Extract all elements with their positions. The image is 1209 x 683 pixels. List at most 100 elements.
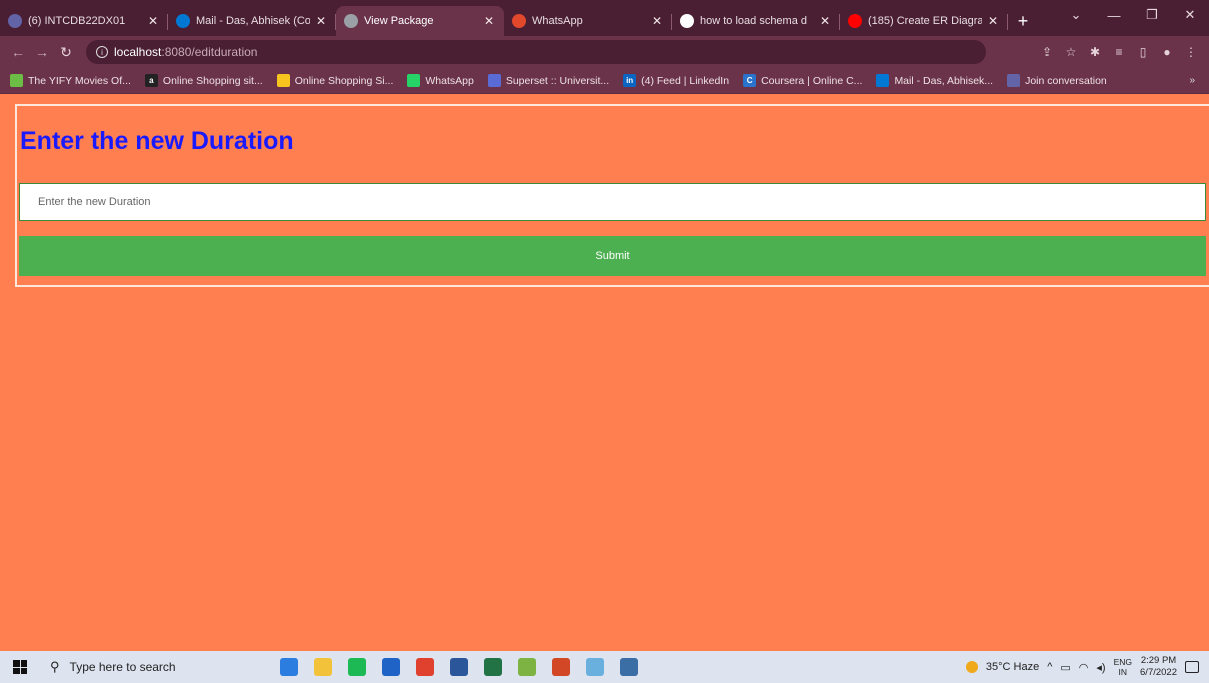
bookmark-item[interactable]: Join conversation [1007,74,1107,87]
toolbar-actions: ⇪ ☆ ✱ ≡ ▯ ● ⋮ [1037,45,1209,59]
notification-icon[interactable] [1185,661,1199,673]
restore-icon[interactable]: ❐ [1133,0,1171,30]
battery-icon[interactable]: ▭ [1060,661,1070,674]
bookmark-star-icon[interactable]: ☆ [1061,45,1081,59]
linkedin-icon: in [623,74,637,87]
word-icon[interactable] [450,658,468,676]
whatsapp-icon [512,14,526,28]
whatsapp-icon [407,74,421,87]
language-indicator[interactable]: ENG IN [1114,657,1132,677]
lang-bottom: IN [1118,667,1128,677]
browser-tab[interactable]: how to load schema d ✕ [672,6,840,36]
bookmarks-overflow-icon[interactable]: » [1189,75,1195,86]
menu-icon[interactable]: ⋮ [1181,45,1201,59]
terminal-icon[interactable] [620,658,638,676]
tab-search-icon[interactable]: ⌄ [1057,0,1095,30]
duration-input[interactable] [19,183,1206,221]
back-icon[interactable]: ← [6,44,30,60]
window-controls: ⌄ — ❐ ✕ [1057,0,1209,30]
close-tab-icon[interactable]: ✕ [146,14,160,28]
bookmark-item[interactable]: Online Shopping Si... [276,74,394,87]
forward-icon[interactable]: → [30,44,54,60]
browser-tab[interactable]: WhatsApp ✕ [504,6,672,36]
minimize-icon[interactable]: — [1095,0,1133,30]
tab-strip: (6) INTCDB22DX01 ✕ Mail - Das, Abhisek (Co… [0,0,1209,36]
bookmark-item[interactable]: C Coursera | Online C... [743,74,862,87]
windows-taskbar: ⚲ Type here to search 35°C Haze ^ ▭ ◠ ◂)… [0,651,1209,683]
file-explorer-icon[interactable] [314,658,332,676]
tab-title: (185) Create ER Diagra [868,15,982,27]
start-button[interactable] [0,660,40,674]
new-tab-button[interactable]: + [1008,6,1038,36]
submit-button[interactable]: Submit [19,236,1206,276]
mail-app-icon[interactable] [280,658,298,676]
teams-icon [1007,74,1021,87]
teams-icon [8,14,22,28]
address-bar[interactable]: i localhost:8080/editduration [86,40,986,64]
powerpoint-icon[interactable] [552,658,570,676]
duration-form: Enter the new Duration Submit [15,104,1209,287]
store-icon[interactable] [382,658,400,676]
tray-overflow-icon[interactable]: ^ [1047,661,1052,673]
volume-icon[interactable]: ◂) [1096,661,1105,674]
bookmark-label: Coursera | Online C... [761,74,863,87]
chrome-icon[interactable] [416,658,434,676]
paint-icon[interactable] [586,658,604,676]
close-tab-icon[interactable]: ✕ [818,14,832,28]
bookmark-list: The YIFY Movies Of... a Online Shopping si… [10,74,1121,87]
share-icon[interactable]: ⇪ [1037,45,1057,59]
superset-icon [487,74,501,87]
close-tab-icon[interactable]: ✕ [986,14,1000,28]
weather-text[interactable]: 35°C Haze [986,661,1039,673]
browser-tab[interactable]: View Package ✕ [336,6,504,36]
flipkart-icon [276,74,290,87]
tab-title: how to load schema d [700,15,808,27]
bookmark-label: Online Shopping sit... [162,74,263,87]
browser-tab[interactable]: (185) Create ER Diagra ✕ [840,6,1008,36]
browser-tab[interactable]: (6) INTCDB22DX01 ✕ [0,6,168,36]
extensions-icon[interactable]: ✱ [1085,45,1105,59]
bookmark-label: Join conversation [1025,74,1107,87]
excel-icon[interactable] [484,658,502,676]
bookmark-item[interactable]: Mail - Das, Abhisek... [876,74,993,87]
bookmark-label: The YIFY Movies Of... [28,74,131,87]
coursera-icon: C [743,74,757,87]
close-tab-icon[interactable]: ✕ [650,14,664,28]
tab-title: (6) INTCDB22DX01 [28,15,126,27]
bookmark-item[interactable]: in (4) Feed | LinkedIn [623,74,729,87]
bookmark-label: WhatsApp [425,74,474,87]
bookmark-label: Online Shopping Si... [294,74,394,87]
eclipse-icon[interactable] [518,658,536,676]
youtube-icon [848,14,862,28]
side-panel-icon[interactable]: ▯ [1133,45,1153,59]
profile-avatar[interactable]: ● [1157,45,1177,59]
windows-logo-icon [13,660,27,674]
close-tab-icon[interactable]: ✕ [482,14,496,28]
site-info-icon[interactable]: i [96,46,108,58]
close-tab-icon[interactable]: ✕ [314,14,328,28]
clock[interactable]: 2:29 PM 6/7/2022 [1140,655,1177,679]
globe-icon [344,14,358,28]
tab-title: Mail - Das, Abhisek (Co [196,15,310,27]
bookmark-item[interactable]: The YIFY Movies Of... [10,74,131,87]
tab-title: View Package [364,15,434,27]
google-icon [680,14,694,28]
bookmark-item[interactable]: Superset :: Universit... [487,74,609,87]
weather-icon[interactable] [965,661,978,673]
amazon-icon: a [144,74,158,87]
bookmark-item[interactable]: a Online Shopping sit... [144,74,263,87]
browser-tab[interactable]: Mail - Das, Abhisek (Co ✕ [168,6,336,36]
search-icon: ⚲ [50,659,60,674]
reading-list-icon[interactable]: ≡ [1109,45,1129,59]
lang-top: ENG [1113,657,1133,667]
reload-icon[interactable]: ↻ [54,44,78,61]
spotify-icon[interactable] [348,658,366,676]
bookmark-label: (4) Feed | LinkedIn [641,74,730,87]
taskbar-search[interactable]: ⚲ Type here to search [40,651,240,683]
address-path: :8080/editduration [161,45,258,59]
bookmark-item[interactable]: WhatsApp [407,74,474,87]
yify-icon [10,74,23,87]
search-placeholder: Type here to search [69,660,176,674]
close-window-icon[interactable]: ✕ [1171,0,1209,30]
wifi-icon[interactable]: ◠ [1079,661,1089,674]
